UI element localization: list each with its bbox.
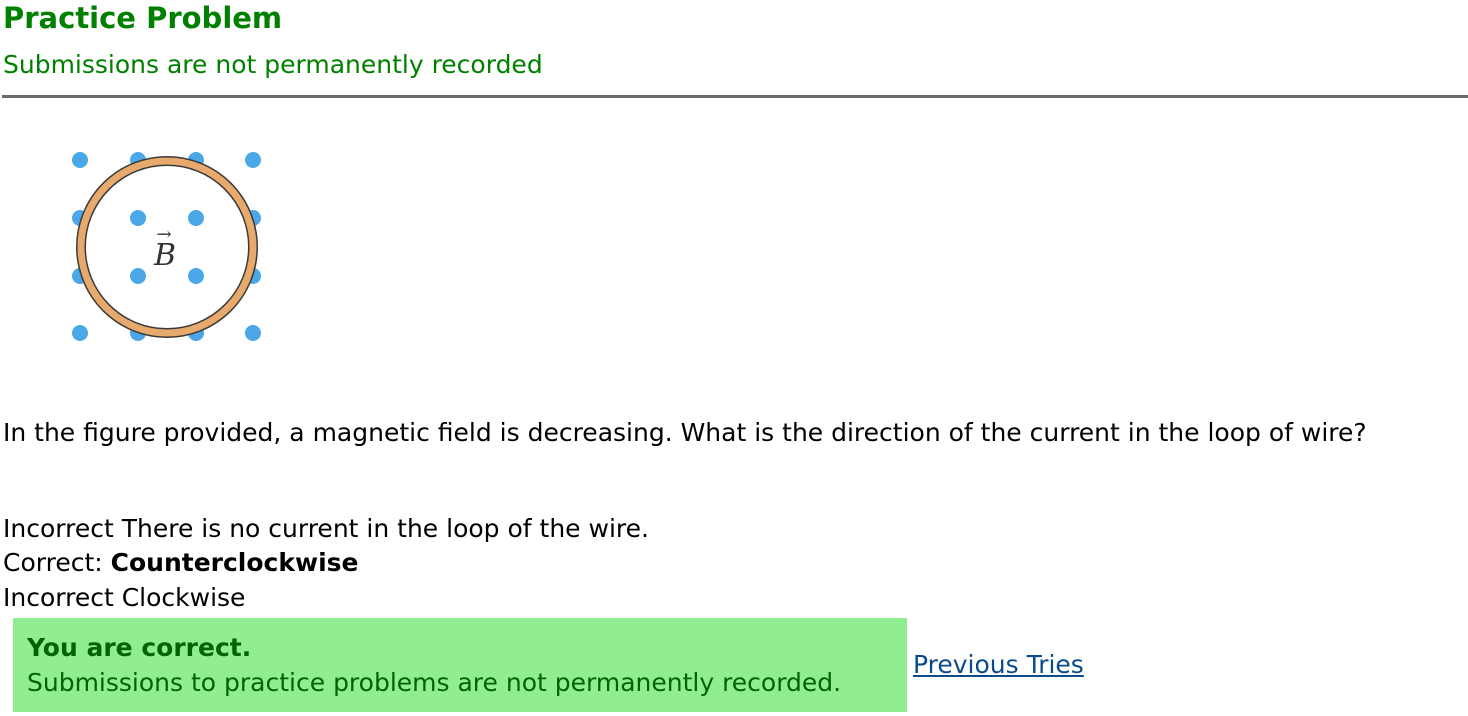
magnetic-field-loop-figure: → B (72, 152, 261, 341)
field-dot (188, 268, 204, 284)
field-dot (188, 210, 204, 226)
question-text: In the figure provided, a magnetic field… (3, 418, 1367, 447)
field-dot (130, 210, 146, 226)
choice-text: There is no current in the loop of the w… (121, 514, 649, 543)
magnetic-field-figure: → B (60, 140, 280, 355)
choice-text: Clockwise (121, 583, 246, 612)
previous-tries-link[interactable]: Previous Tries (913, 649, 1084, 681)
page-subtitle: Submissions are not permanently recorded (3, 50, 543, 79)
field-dot (130, 268, 146, 284)
answer-choice-correct: Correct: Counterclockwise (3, 547, 359, 579)
choice-status: Correct: (3, 548, 103, 577)
choice-text: Counterclockwise (110, 548, 359, 577)
choice-status: Incorrect (3, 583, 114, 612)
page-title: Practice Problem (3, 1, 283, 35)
feedback-message: Submissions to practice problems are not… (27, 668, 842, 697)
field-dot (72, 152, 88, 168)
feedback-title: You are correct. (27, 633, 252, 662)
field-label: B (153, 238, 176, 273)
field-dot (245, 152, 261, 168)
header-divider (2, 95, 1468, 98)
field-dot (72, 325, 88, 341)
choice-status: Incorrect (3, 514, 114, 543)
answer-choice: Incorrect Clockwise (3, 582, 245, 614)
feedback-box: You are correct. Submissions to practice… (13, 618, 907, 712)
field-dot (245, 325, 261, 341)
answer-choice: Incorrect There is no current in the loo… (3, 513, 649, 545)
